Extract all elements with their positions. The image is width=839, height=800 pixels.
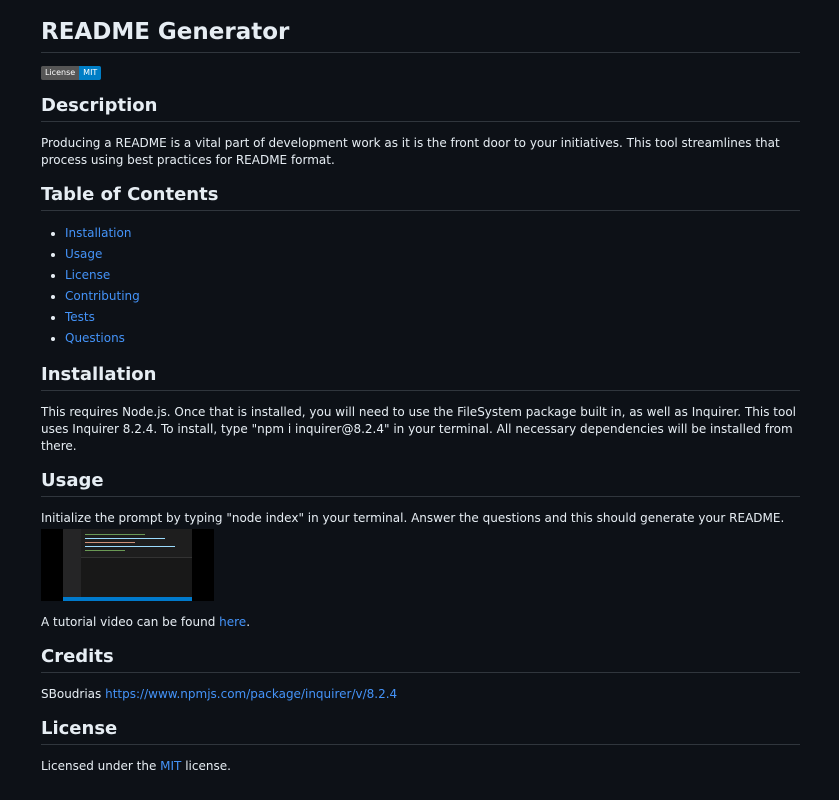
toc-heading: Table of Contents	[41, 183, 800, 211]
list-item: License	[65, 265, 800, 286]
code-line	[85, 542, 135, 543]
toc-list: Installation Usage License Contributing …	[41, 223, 800, 349]
tutorial-suffix: .	[246, 615, 251, 629]
license-prefix: Licensed under the	[41, 759, 161, 773]
toc-link-installation[interactable]: Installation	[65, 226, 131, 240]
code-line	[85, 546, 175, 547]
credits-heading: Credits	[41, 645, 800, 673]
tutorial-prefix: A tutorial video can be found	[41, 615, 220, 629]
toc-link-tests[interactable]: Tests	[65, 310, 95, 324]
license-text: Licensed under the MIT license.	[41, 758, 800, 775]
code-line	[85, 550, 125, 551]
installation-heading: Installation	[41, 363, 800, 391]
toc-link-usage[interactable]: Usage	[65, 247, 102, 261]
usage-screenshot-image	[41, 529, 214, 601]
status-bar	[63, 597, 192, 601]
credits-text: SBoudrias https://www.npmjs.com/package/…	[41, 686, 800, 703]
usage-heading: Usage	[41, 469, 800, 497]
installation-text: This requires Node.js. Once that is inst…	[41, 405, 796, 453]
toc-link-license[interactable]: License	[65, 268, 110, 282]
list-item: Installation	[65, 223, 800, 244]
readme-page: README Generator License MIT Description…	[0, 0, 839, 800]
usage-text: Initialize the prompt by typing "node in…	[41, 511, 785, 525]
tutorial-text: A tutorial video can be found here.	[41, 614, 800, 631]
editor-sidebar	[63, 529, 81, 597]
credits-name: SBoudrias	[41, 687, 102, 701]
code-line	[85, 538, 165, 539]
list-item: Tests	[65, 307, 800, 328]
credits-link[interactable]: https://www.npmjs.com/package/inquirer/v…	[105, 687, 397, 701]
badge-label: License	[41, 66, 80, 80]
list-item: Contributing	[65, 286, 800, 307]
editor-window	[63, 529, 192, 601]
tutorial-link[interactable]: here	[219, 615, 246, 629]
description-text: Producing a README is a vital part of de…	[41, 136, 780, 167]
toc-link-contributing[interactable]: Contributing	[65, 289, 140, 303]
code-line	[85, 534, 145, 535]
list-item: Questions	[65, 328, 800, 349]
license-badge[interactable]: License MIT	[41, 66, 102, 80]
license-link[interactable]: MIT	[160, 759, 181, 773]
terminal-panel	[81, 557, 192, 597]
toc-link-questions[interactable]: Questions	[65, 331, 125, 345]
list-item: Usage	[65, 244, 800, 265]
page-title: README Generator	[41, 16, 800, 53]
license-heading: License	[41, 717, 800, 745]
license-suffix: license.	[181, 759, 231, 773]
description-heading: Description	[41, 94, 800, 122]
badge-value: MIT	[79, 66, 102, 80]
